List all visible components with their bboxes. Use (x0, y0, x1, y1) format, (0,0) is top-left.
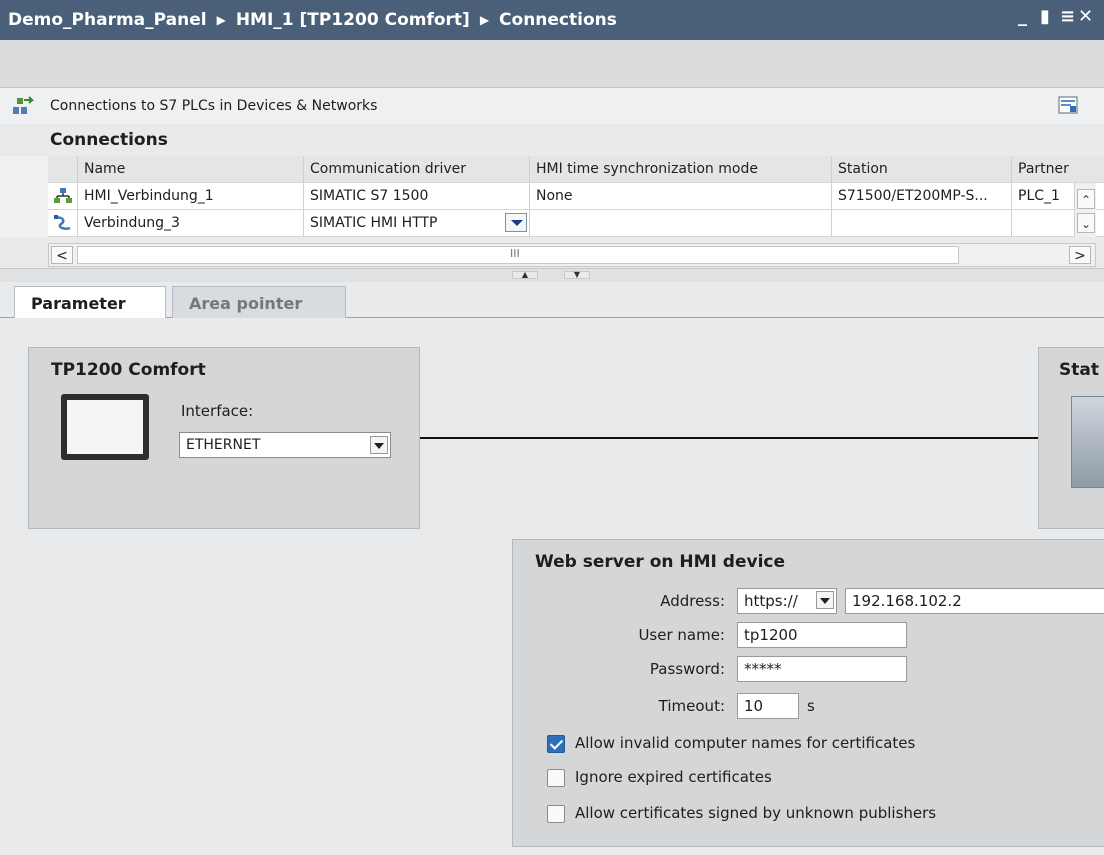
row-icon-cell (48, 183, 78, 210)
interface-label: Interface: (181, 402, 254, 420)
hmi-device-box[interactable]: TP1200 Comfort Interface: ETHERNET (28, 347, 420, 529)
collapse-down-icon[interactable]: ▼ (564, 271, 590, 279)
breadcrumb: Demo_Pharma_Panel ▶ HMI_1 [TP1200 Comfort]… (8, 10, 617, 30)
connection-sync-mode[interactable]: None (530, 183, 832, 210)
scrollbar-grip: III (510, 247, 520, 260)
title-bar: Demo_Pharma_Panel ▶ HMI_1 [TP1200 Comfort]… (0, 0, 1104, 40)
connection-name[interactable]: Verbindung_3 (78, 210, 304, 237)
collapse-up-icon[interactable]: ▲ (512, 271, 538, 279)
connections-header: Connections to S7 PLCs in Devices & Netw… (0, 88, 1104, 124)
minimize-icon[interactable]: _ (1018, 6, 1027, 27)
window-menu-icon[interactable]: ≡ (1060, 6, 1075, 27)
timeout-unit: s (807, 697, 815, 715)
row-icon-cell (48, 210, 78, 237)
scroll-right-icon[interactable]: > (1069, 246, 1091, 264)
close-icon[interactable]: ✕ (1078, 6, 1093, 27)
column-header-driver[interactable]: Communication driver (304, 156, 530, 183)
protocol-value: https:// (744, 592, 798, 610)
connections-header-title[interactable]: Connections to S7 PLCs in Devices & Netw… (50, 98, 377, 114)
ignore-expired-checkbox[interactable] (547, 769, 565, 787)
connection-driver[interactable]: SIMATIC S7 1500 (304, 183, 530, 210)
password-input[interactable]: ***** (737, 656, 907, 682)
protocol-dropdown[interactable] (814, 589, 834, 611)
plc-connection-icon[interactable] (12, 96, 34, 116)
plc-device-icon (1071, 396, 1104, 488)
table-row[interactable]: Verbindung_3 SIMATIC HMI HTTP (48, 210, 1104, 237)
chevron-down-icon[interactable] (816, 591, 834, 609)
connection-name[interactable]: HMI_Verbindung_1 (78, 183, 304, 210)
allow-unknown-publishers-label[interactable]: Allow certificates signed by unknown pub… (575, 804, 936, 822)
chevron-down-icon[interactable] (505, 213, 527, 232)
address-label: Address: (660, 592, 725, 610)
tab-area-pointer[interactable]: Area pointer (172, 286, 346, 319)
station-title: Stat (1059, 360, 1099, 380)
tab-bar: Parameter Area pointer (0, 282, 1104, 319)
breadcrumb-project[interactable]: Demo_Pharma_Panel (8, 10, 207, 30)
device-title: TP1200 Comfort (51, 360, 206, 380)
hmi-panel-icon (61, 394, 149, 460)
chevron-down-icon[interactable] (370, 436, 388, 454)
connection-sync-mode[interactable] (530, 210, 832, 237)
column-header-sync-mode[interactable]: HMI time synchronization mode (530, 156, 832, 183)
scroll-up-icon[interactable]: ⌃ (1077, 189, 1095, 209)
overview-icon[interactable] (1058, 96, 1078, 114)
table-header-row: Name Communication driver HMI time synch… (48, 156, 1104, 183)
interface-value: ETHERNET (186, 437, 261, 453)
username-label: User name: (638, 626, 725, 644)
column-header-station[interactable]: Station (832, 156, 1012, 183)
station-box[interactable]: Stat (1038, 347, 1104, 529)
network-link-line (420, 437, 1040, 439)
allow-unknown-publishers-checkbox[interactable] (547, 805, 565, 823)
interface-select[interactable]: ETHERNET (179, 432, 391, 458)
address-input[interactable]: 192.168.102.2 (845, 588, 1104, 614)
table-row[interactable]: HMI_Verbindung_1 SIMATIC S7 1500 None S7… (48, 183, 1104, 210)
panel-splitter[interactable]: ▲ ▼ (0, 268, 1104, 282)
breadcrumb-separator-icon: ▶ (479, 13, 490, 27)
connection-driver: SIMATIC HMI HTTP (310, 215, 438, 231)
breadcrumb-connections: Connections (499, 10, 617, 30)
web-server-title: Web server on HMI device (535, 552, 786, 572)
ignore-expired-label[interactable]: Ignore expired certificates (575, 768, 772, 786)
header-icon-cell (48, 156, 78, 183)
tab-parameter[interactable]: Parameter (14, 286, 166, 319)
scrollbar-thumb[interactable]: III (77, 246, 959, 264)
timeout-label: Timeout: (658, 697, 725, 715)
timeout-input[interactable]: 10 (737, 693, 799, 719)
connections-section-title: Connections (50, 130, 168, 150)
row-gutter (0, 156, 48, 237)
toolbar (0, 40, 1104, 88)
column-header-name[interactable]: Name (78, 156, 304, 183)
allow-invalid-names-label[interactable]: Allow invalid computer names for certifi… (575, 734, 915, 752)
http-connection-icon (54, 215, 71, 230)
breadcrumb-separator-icon: ▶ (216, 13, 226, 27)
column-header-partner[interactable]: Partner (1012, 156, 1104, 183)
horizontal-scrollbar[interactable]: < III > (48, 243, 1096, 267)
connection-station[interactable]: S71500/ET200MP-S... (832, 183, 1012, 210)
allow-invalid-names-checkbox[interactable] (547, 735, 565, 753)
protocol-select[interactable]: https:// (737, 588, 837, 614)
breadcrumb-device[interactable]: HMI_1 [TP1200 Comfort] (236, 10, 470, 30)
password-label: Password: (649, 660, 725, 678)
network-connection-icon (54, 188, 72, 203)
connection-station[interactable] (832, 210, 1012, 237)
restore-icon[interactable]: ▮ (1040, 6, 1050, 27)
scroll-left-icon[interactable]: < (51, 246, 73, 264)
username-input[interactable]: tp1200 (737, 622, 907, 648)
connection-driver-dropdown[interactable]: SIMATIC HMI HTTP (304, 210, 530, 237)
vertical-scrollbar[interactable]: ⌃ ⌄ (1074, 183, 1096, 237)
scroll-down-icon[interactable]: ⌄ (1077, 213, 1095, 233)
web-server-panel: Web server on HMI device Address: https:… (512, 539, 1104, 847)
